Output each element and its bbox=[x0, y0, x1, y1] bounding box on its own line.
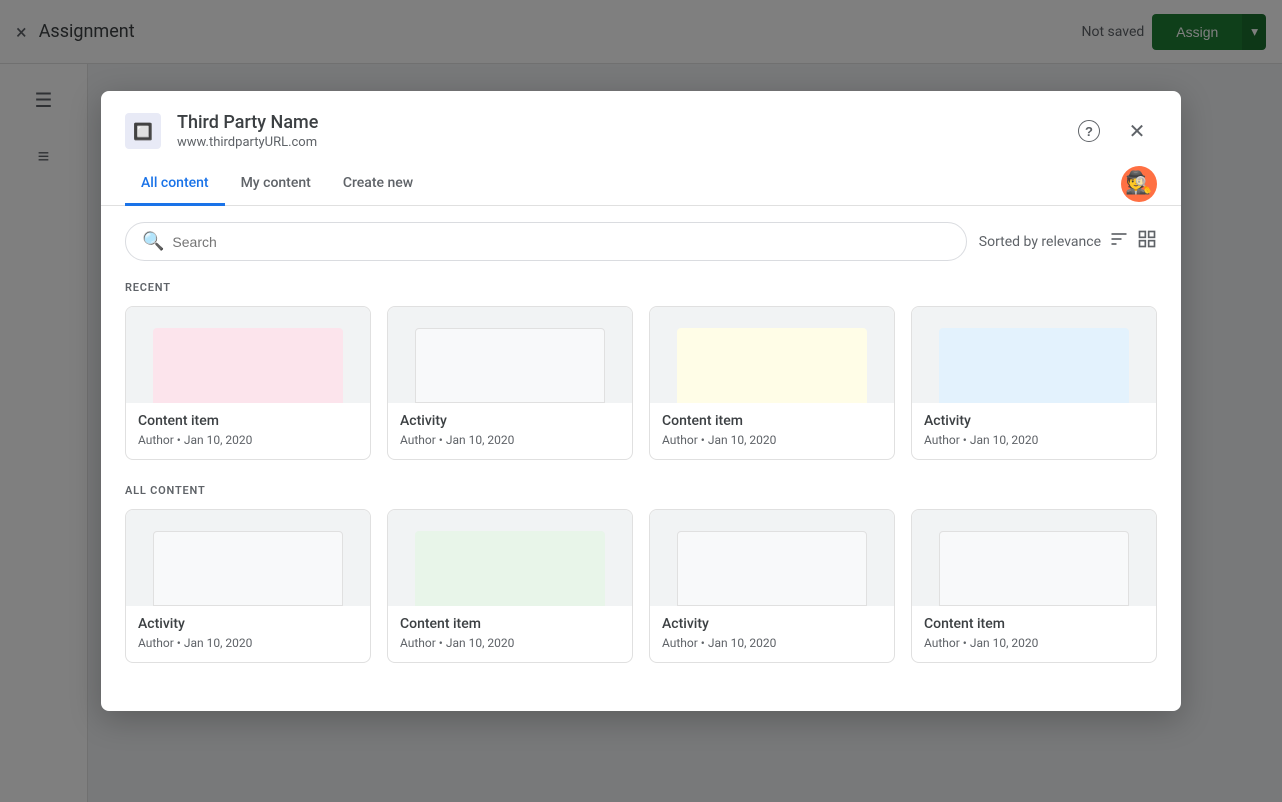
modal-close-button[interactable]: ✕ bbox=[1117, 111, 1157, 151]
card-thumbnail bbox=[912, 510, 1156, 606]
card-thumbnail bbox=[650, 307, 894, 403]
card-title: Content item bbox=[400, 616, 620, 632]
card-info: Activity Author • Jan 10, 2020 bbox=[126, 606, 370, 662]
thumb-color bbox=[153, 328, 343, 403]
thumb-color bbox=[677, 531, 867, 606]
search-row: 🔍 Sorted by relevance bbox=[125, 222, 1157, 261]
content-card[interactable]: Activity Author • Jan 10, 2020 bbox=[387, 306, 633, 460]
tab-all-content[interactable]: All content bbox=[125, 163, 225, 206]
recent-section: RECENT Content item Author • Jan 10, 202… bbox=[125, 281, 1157, 460]
content-card[interactable]: Content item Author • Jan 10, 2020 bbox=[125, 306, 371, 460]
close-icon: ✕ bbox=[1129, 119, 1146, 144]
help-button[interactable]: ? bbox=[1069, 111, 1109, 151]
modal-title-group: Third Party Name www.thirdpartyURL.com bbox=[177, 112, 1069, 150]
modal-header-icons: ? ✕ bbox=[1069, 111, 1157, 151]
card-title: Activity bbox=[662, 616, 882, 632]
card-title: Content item bbox=[138, 413, 358, 429]
card-meta: Author • Jan 10, 2020 bbox=[924, 636, 1144, 650]
search-bar[interactable]: 🔍 bbox=[125, 222, 967, 261]
card-meta: Author • Jan 10, 2020 bbox=[924, 433, 1144, 447]
tab-my-content[interactable]: My content bbox=[225, 163, 327, 206]
card-thumbnail bbox=[388, 510, 632, 606]
content-card[interactable]: Content item Author • Jan 10, 2020 bbox=[911, 509, 1157, 663]
card-thumbnail bbox=[650, 510, 894, 606]
thumb-color bbox=[153, 531, 343, 606]
modal-body: 🔍 Sorted by relevance RECENT bbox=[101, 206, 1181, 711]
card-info: Content item Author • Jan 10, 2020 bbox=[388, 606, 632, 662]
modal-tabs: All content My content Create new 🕵️ bbox=[101, 163, 1181, 206]
thumb-color bbox=[939, 531, 1129, 606]
content-card[interactable]: Activity Author • Jan 10, 2020 bbox=[649, 509, 895, 663]
card-title: Content item bbox=[924, 616, 1144, 632]
thumb-color bbox=[677, 328, 867, 403]
card-meta: Author • Jan 10, 2020 bbox=[662, 636, 882, 650]
modal-subtitle: www.thirdpartyURL.com bbox=[177, 135, 1069, 150]
modal-overlay: 🔲 Third Party Name www.thirdpartyURL.com… bbox=[0, 0, 1282, 802]
modal-title: Third Party Name bbox=[177, 112, 1069, 133]
modal-logo: 🔲 bbox=[125, 113, 161, 149]
card-meta: Author • Jan 10, 2020 bbox=[400, 433, 620, 447]
card-info: Content item Author • Jan 10, 2020 bbox=[912, 606, 1156, 662]
card-meta: Author • Jan 10, 2020 bbox=[138, 636, 358, 650]
card-title: Activity bbox=[138, 616, 358, 632]
all-content-grid: Activity Author • Jan 10, 2020 Content i… bbox=[125, 509, 1157, 663]
search-icon: 🔍 bbox=[142, 231, 164, 252]
card-info: Content item Author • Jan 10, 2020 bbox=[126, 403, 370, 459]
tab-create-new[interactable]: Create new bbox=[327, 163, 429, 206]
content-card[interactable]: Activity Author • Jan 10, 2020 bbox=[125, 509, 371, 663]
card-info: Activity Author • Jan 10, 2020 bbox=[650, 606, 894, 662]
thumb-color bbox=[415, 531, 605, 606]
user-avatar[interactable]: 🕵️ bbox=[1121, 166, 1157, 202]
card-meta: Author • Jan 10, 2020 bbox=[138, 433, 358, 447]
card-info: Content item Author • Jan 10, 2020 bbox=[650, 403, 894, 459]
content-card[interactable]: Content item Author • Jan 10, 2020 bbox=[387, 509, 633, 663]
help-icon: ? bbox=[1078, 120, 1100, 142]
card-meta: Author • Jan 10, 2020 bbox=[400, 636, 620, 650]
all-content-section: ALL CONTENT Activity Author • Jan 10, 20… bbox=[125, 484, 1157, 663]
card-title: Activity bbox=[400, 413, 620, 429]
card-info: Activity Author • Jan 10, 2020 bbox=[912, 403, 1156, 459]
recent-label: RECENT bbox=[125, 281, 1157, 294]
thumb-color bbox=[939, 328, 1129, 403]
card-meta: Author • Jan 10, 2020 bbox=[662, 433, 882, 447]
card-thumbnail bbox=[388, 307, 632, 403]
sort-icon[interactable] bbox=[1109, 229, 1129, 254]
grid-view-icon[interactable] bbox=[1137, 229, 1157, 254]
card-thumbnail bbox=[126, 510, 370, 606]
card-title: Content item bbox=[662, 413, 882, 429]
thumb-color bbox=[415, 328, 605, 403]
search-input[interactable] bbox=[172, 234, 949, 250]
content-card[interactable]: Content item Author • Jan 10, 2020 bbox=[649, 306, 895, 460]
search-meta: Sorted by relevance bbox=[979, 229, 1157, 254]
sort-label: Sorted by relevance bbox=[979, 234, 1101, 250]
card-thumbnail bbox=[912, 307, 1156, 403]
all-content-label: ALL CONTENT bbox=[125, 484, 1157, 497]
logo-icon: 🔲 bbox=[133, 122, 153, 141]
card-thumbnail bbox=[126, 307, 370, 403]
modal-header: 🔲 Third Party Name www.thirdpartyURL.com… bbox=[101, 91, 1181, 163]
avatar-icon: 🕵️ bbox=[1125, 166, 1152, 202]
card-info: Activity Author • Jan 10, 2020 bbox=[388, 403, 632, 459]
recent-grid: Content item Author • Jan 10, 2020 Activ… bbox=[125, 306, 1157, 460]
card-title: Activity bbox=[924, 413, 1144, 429]
content-card[interactable]: Activity Author • Jan 10, 2020 bbox=[911, 306, 1157, 460]
content-picker-modal: 🔲 Third Party Name www.thirdpartyURL.com… bbox=[101, 91, 1181, 711]
